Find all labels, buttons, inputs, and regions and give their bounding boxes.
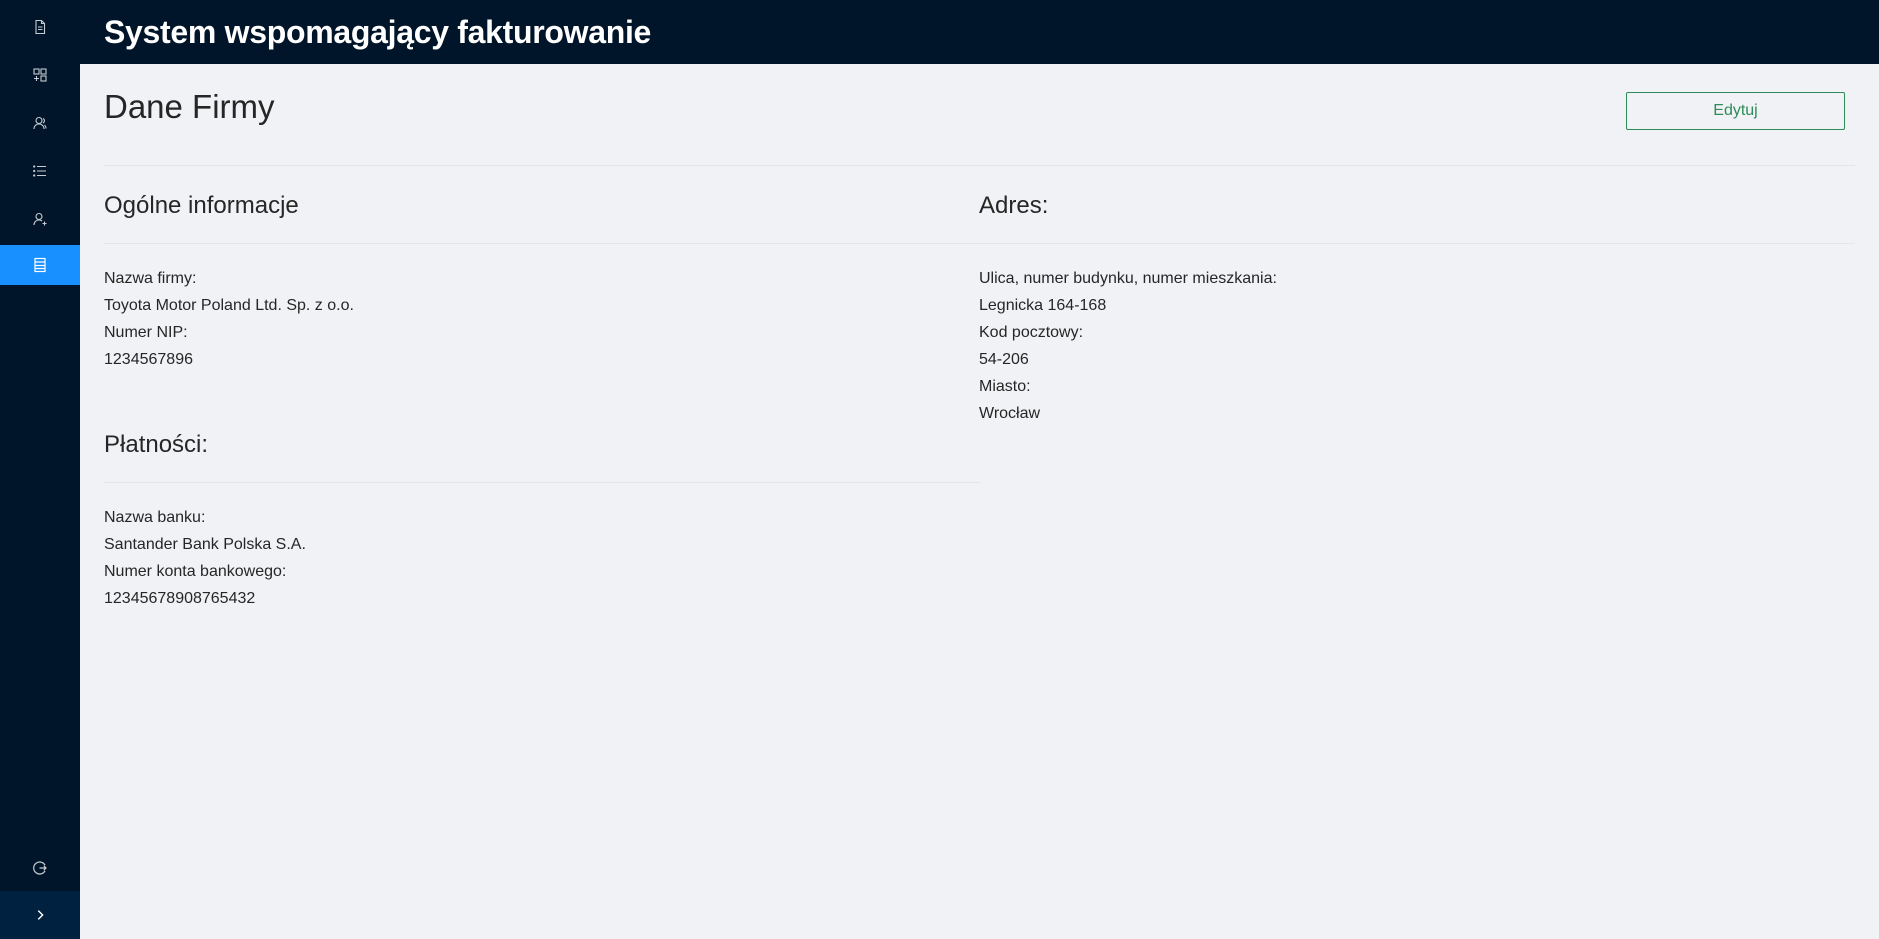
sidebar-collapse-trigger[interactable] bbox=[0, 891, 80, 939]
postal-value: 54-206 bbox=[979, 351, 1029, 368]
city-value: Wrocław bbox=[979, 405, 1041, 422]
address-divider bbox=[979, 243, 1855, 244]
account-value: 12345678908765432 bbox=[104, 590, 256, 607]
main-content: Dane Firmy Edytuj Ogólne informacje Nazw… bbox=[80, 64, 1879, 939]
logout-icon bbox=[33, 861, 47, 875]
app-title: System wspomagający fakturowanie bbox=[104, 13, 652, 50]
sidebar-item-products[interactable] bbox=[0, 55, 80, 95]
sidebar-item-list[interactable] bbox=[0, 151, 80, 191]
nip-label: Numer NIP: bbox=[104, 324, 188, 341]
bank-name-label: Nazwa banku: bbox=[104, 509, 206, 526]
payments-divider bbox=[104, 482, 980, 483]
general-fields: Nazwa firmy: Toyota Motor Poland Ltd. Sp… bbox=[104, 265, 354, 373]
street-value: Legnicka 164-168 bbox=[979, 297, 1107, 314]
sidebar-item-company[interactable] bbox=[0, 245, 80, 285]
city-label: Miasto: bbox=[979, 378, 1031, 395]
sidebar bbox=[0, 0, 80, 939]
file-icon bbox=[35, 19, 46, 35]
payments-fields: Nazwa banku: Santander Bank Polska S.A. … bbox=[104, 504, 306, 612]
address-fields: Ulica, numer budynku, numer mieszkania: … bbox=[979, 265, 1277, 427]
user-add-icon bbox=[33, 212, 47, 226]
account-label: Numer konta bankowego: bbox=[104, 563, 287, 580]
company-name-label: Nazwa firmy: bbox=[104, 270, 197, 287]
general-divider bbox=[104, 243, 979, 244]
payments-section-title: Płatności: bbox=[104, 431, 209, 458]
logout-button[interactable] bbox=[0, 848, 80, 888]
edit-button[interactable]: Edytuj bbox=[1626, 92, 1845, 130]
postal-label: Kod pocztowy: bbox=[979, 324, 1084, 341]
nip-value: 1234567896 bbox=[104, 351, 193, 368]
sidebar-item-invoices[interactable] bbox=[0, 7, 80, 47]
header-divider bbox=[104, 165, 1855, 166]
company-name-value: Toyota Motor Poland Ltd. Sp. z o.o. bbox=[104, 297, 354, 314]
users-icon bbox=[33, 116, 47, 130]
chevron-right-icon bbox=[37, 910, 44, 920]
street-label: Ulica, numer budynku, numer mieszkania: bbox=[979, 270, 1277, 287]
page-title: Dane Firmy bbox=[104, 88, 275, 125]
app-header: System wspomagający fakturowanie bbox=[80, 0, 1879, 64]
company-icon bbox=[34, 257, 46, 273]
appstore-add-icon bbox=[33, 68, 47, 82]
sidebar-item-clients[interactable] bbox=[0, 103, 80, 143]
bank-name-value: Santander Bank Polska S.A. bbox=[104, 536, 306, 553]
address-section-title: Adres: bbox=[979, 192, 1049, 219]
list-icon bbox=[33, 165, 46, 177]
sidebar-item-users[interactable] bbox=[0, 199, 80, 239]
general-section-title: Ogólne informacje bbox=[104, 192, 299, 219]
